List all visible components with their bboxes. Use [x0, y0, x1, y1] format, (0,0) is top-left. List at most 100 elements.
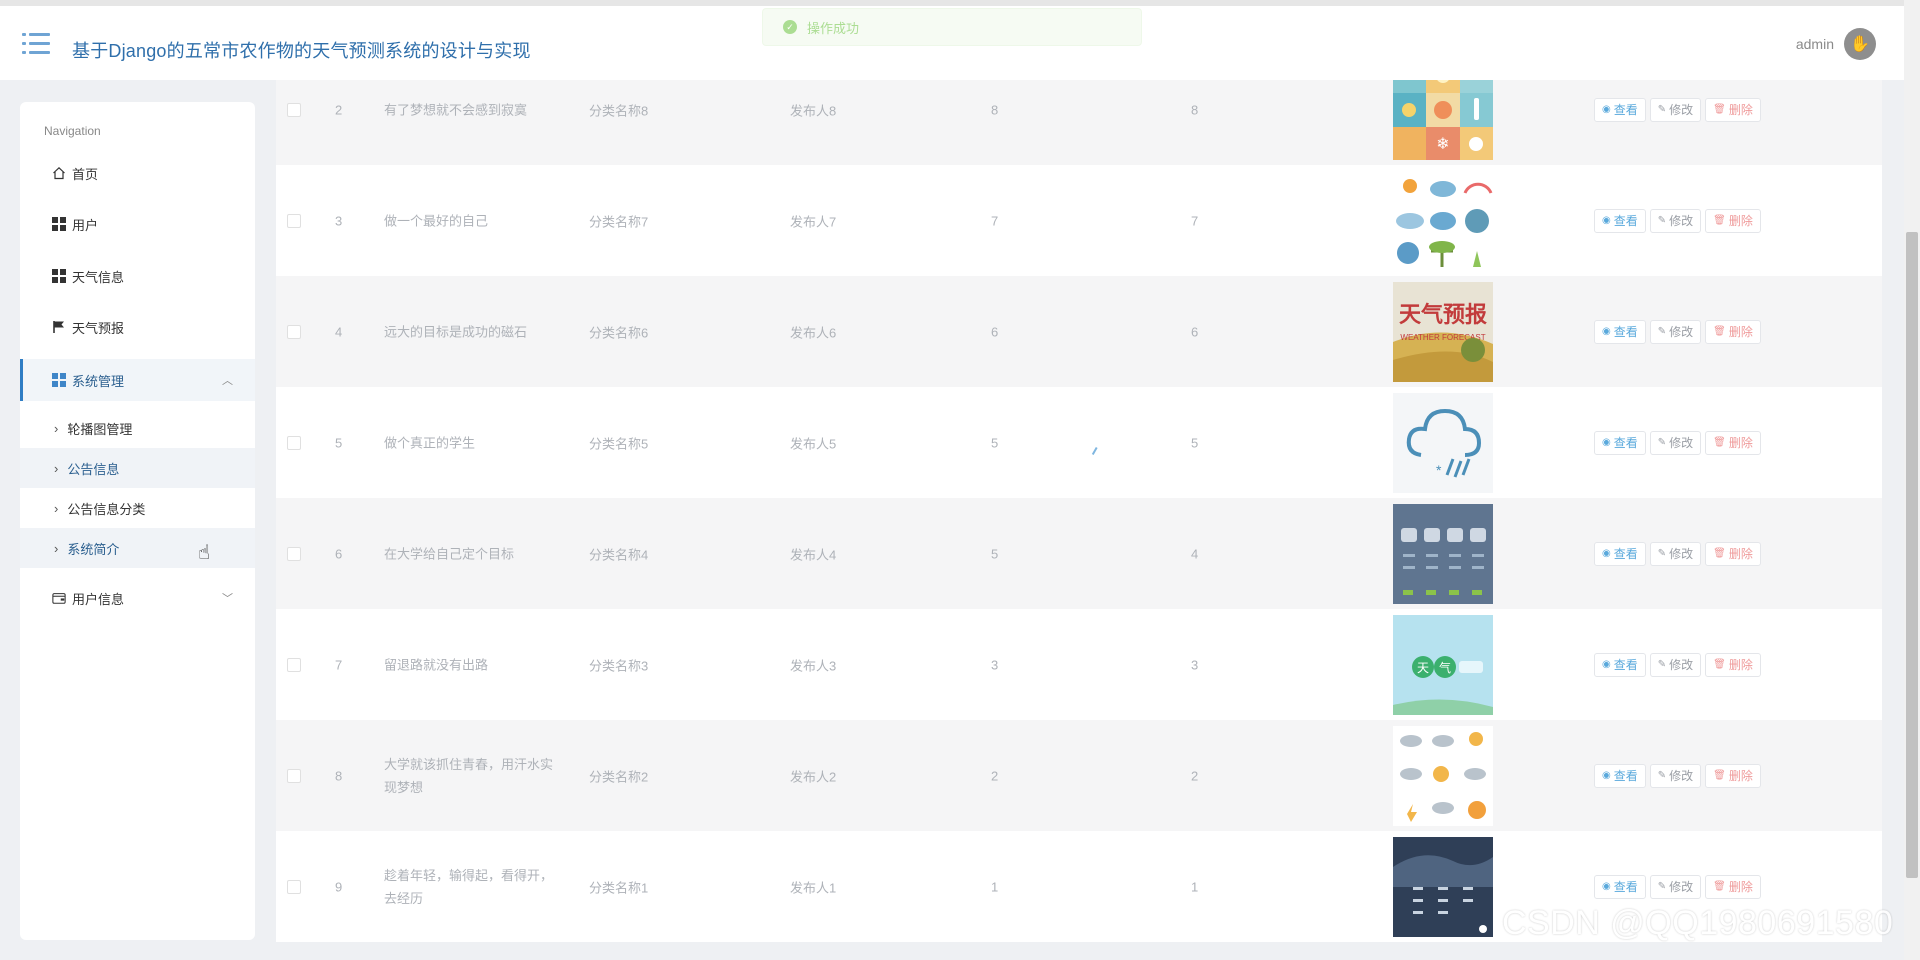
row-count-2: 4 [1191, 546, 1199, 561]
edit-label: 修改 [1669, 658, 1694, 672]
table-row: 6 在大学给自己定个目标 分类名称4 发布人4 5 4 ◉ 查看 ✎ 修改 🗑 删除 [276, 498, 1882, 609]
header-username[interactable]: admin [1796, 36, 1834, 52]
eye-icon: ◉ [1602, 881, 1611, 892]
row-publisher: 发布人3 [790, 658, 837, 673]
sidebar-item-weather-forecast[interactable]: 天气预报 [20, 307, 255, 347]
edit-icon: ✎ [1657, 659, 1667, 670]
view-button[interactable]: ◉ 查看 [1594, 97, 1646, 122]
delete-button[interactable]: 🗑 删除 [1705, 319, 1761, 344]
edit-button[interactable]: ✎ 修改 [1649, 874, 1702, 899]
row-thumbnail [1393, 725, 1493, 826]
row-id: 8 [335, 768, 343, 783]
delete-button[interactable]: 🗑 删除 [1705, 541, 1761, 566]
row-count-1: 3 [991, 657, 999, 672]
sidebar-item-weather-info[interactable]: 天气信息 [20, 256, 255, 296]
eye-icon: ◉ [1602, 215, 1611, 226]
row-count-2: 3 [1191, 657, 1199, 672]
delete-button[interactable]: 🗑 删除 [1705, 97, 1761, 122]
flag-icon [52, 320, 66, 334]
edit-button[interactable]: ✎ 修改 [1649, 763, 1702, 788]
sidebar-subitem-carousel[interactable]: › 轮播图管理 [20, 408, 255, 448]
row-category: 分类名称5 [589, 436, 649, 451]
delete-button[interactable]: 🗑 删除 [1705, 874, 1761, 899]
nav-heading-label: Navigation [44, 124, 101, 138]
view-label: 查看 [1613, 103, 1638, 117]
view-button[interactable]: ◉ 查看 [1594, 874, 1646, 899]
row-checkbox[interactable] [287, 657, 301, 672]
csdn-watermark: CSDN @QQ1980691580 [1502, 904, 1894, 942]
eye-icon: ◉ [1602, 548, 1611, 559]
delete-button[interactable]: 🗑 删除 [1705, 652, 1761, 677]
grid-icon [52, 373, 66, 387]
row-count-1: 7 [991, 213, 999, 228]
row-count-1: 8 [991, 102, 999, 117]
row-thumbnail: 天气预报 WEATHER FORECAST [1393, 281, 1493, 382]
table-row: 5 做个真正的学生 分类名称5 发布人5 5 5 * ◉ 查看 ✎ 修改 🗑 删除 [276, 387, 1882, 498]
sidebar-item-user-info[interactable]: 用户信息 ﹀ [20, 578, 255, 618]
row-publisher: 发布人4 [790, 547, 837, 562]
sidebar-subitem-announcement-categories[interactable]: › 公告信息分类 [20, 488, 255, 528]
sidebar-item-home[interactable]: 首页 [20, 153, 255, 193]
row-category: 分类名称6 [589, 325, 649, 340]
table-row: 8 大学就该抓住青春，用汗水实现梦想 分类名称2 发布人2 2 2 ◉ 查看 ✎ 修改 🗑 删除 [276, 720, 1882, 831]
trash-icon: 🗑 [1713, 215, 1726, 226]
delete-button[interactable]: 🗑 删除 [1705, 763, 1761, 788]
row-id: 5 [335, 435, 343, 450]
edit-button[interactable]: ✎ 修改 [1649, 430, 1702, 455]
edit-button[interactable]: ✎ 修改 [1649, 652, 1702, 677]
delete-label: 删除 [1728, 658, 1753, 672]
view-button[interactable]: ◉ 查看 [1594, 541, 1646, 566]
row-title: 趁着年轻，输得起，看得开，去经历 [384, 867, 554, 906]
delete-button[interactable]: 🗑 删除 [1705, 430, 1761, 455]
row-category: 分类名称8 [589, 103, 649, 118]
eye-icon: ◉ [1602, 770, 1611, 781]
delete-label: 删除 [1728, 880, 1753, 894]
view-button[interactable]: ◉ 查看 [1594, 430, 1646, 455]
scrollbar-thumb[interactable] [1906, 232, 1918, 878]
trash-icon: 🗑 [1713, 881, 1726, 892]
avatar-hand-icon: ✋ [1850, 36, 1870, 53]
row-checkbox[interactable] [287, 435, 301, 450]
chevron-right-icon: › [54, 460, 59, 476]
row-count-1: 1 [991, 879, 999, 894]
edit-button[interactable]: ✎ 修改 [1649, 541, 1702, 566]
delete-button[interactable]: 🗑 删除 [1705, 208, 1761, 233]
row-checkbox[interactable] [287, 768, 301, 783]
sidebar-item-label: 系统管理 [72, 373, 125, 389]
row-count-1: 2 [991, 768, 999, 783]
eye-icon: ◉ [1602, 437, 1611, 448]
edit-label: 修改 [1669, 436, 1694, 450]
row-checkbox[interactable] [287, 546, 301, 561]
eye-icon: ◉ [1602, 659, 1611, 670]
view-button[interactable]: ◉ 查看 [1594, 763, 1646, 788]
menu-toggle-icon[interactable] [22, 32, 50, 56]
edit-button[interactable]: ✎ 修改 [1649, 208, 1702, 233]
view-label: 查看 [1613, 880, 1638, 894]
row-count-2: 2 [1191, 768, 1199, 783]
sidebar-item-users[interactable]: 用户 [20, 204, 255, 244]
sidebar-item-system-management[interactable]: 系统管理 ︿ [20, 359, 255, 401]
svg-text:❄: ❄ [1436, 136, 1449, 153]
sidebar-item-label: 用户信息 [72, 591, 125, 607]
row-thumbnail: 天气 [1393, 614, 1493, 715]
edit-button[interactable]: ✎ 修改 [1649, 97, 1702, 122]
sidebar-subitem-label: 公告信息 [67, 461, 120, 477]
row-count-1: 6 [991, 324, 999, 339]
row-checkbox[interactable] [287, 213, 301, 228]
row-checkbox[interactable] [287, 102, 301, 117]
sidebar-item-label: 天气预报 [72, 320, 125, 336]
row-title: 在大学给自己定个目标 [384, 546, 515, 561]
sidebar-subitem-system-intro[interactable]: › 系统简介 [20, 528, 255, 568]
row-thumbnail [1393, 503, 1493, 604]
view-button[interactable]: ◉ 查看 [1594, 319, 1646, 344]
user-avatar[interactable]: ✋ [1844, 28, 1876, 60]
view-button[interactable]: ◉ 查看 [1594, 652, 1646, 677]
edit-button[interactable]: ✎ 修改 [1649, 319, 1702, 344]
sidebar-subitem-announcements[interactable]: › 公告信息 [20, 448, 255, 488]
trash-icon: 🗑 [1713, 326, 1726, 337]
view-button[interactable]: ◉ 查看 [1594, 208, 1646, 233]
edit-label: 修改 [1669, 214, 1694, 228]
row-checkbox[interactable] [287, 324, 301, 339]
row-checkbox[interactable] [287, 879, 301, 894]
row-count-2: 8 [1191, 102, 1199, 117]
